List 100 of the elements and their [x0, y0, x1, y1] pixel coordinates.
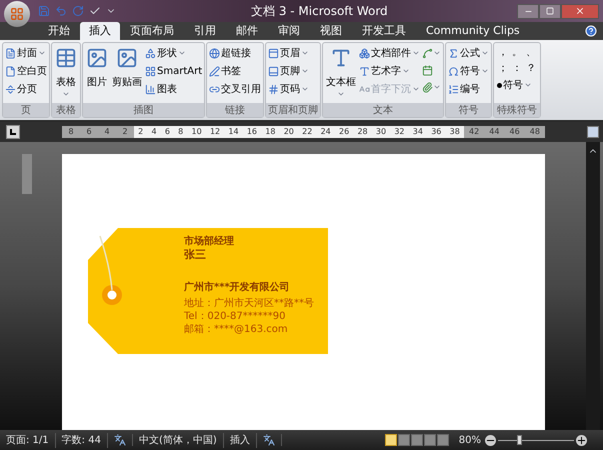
- ribbon-button[interactable]: 文档部件: [359, 45, 420, 61]
- ruler-number: 18: [265, 126, 276, 138]
- ruler-number: 22: [302, 126, 312, 138]
- view-button[interactable]: [436, 434, 449, 446]
- maximize-button[interactable]: [539, 4, 561, 18]
- ribbon-button[interactable]: 公式: [448, 45, 490, 61]
- status-item[interactable]: 插入: [224, 432, 257, 448]
- help-icon[interactable]: [585, 25, 597, 37]
- ribbon-button[interactable]: 编号: [448, 81, 490, 97]
- ribbon-button[interactable]: 艺术字: [359, 63, 420, 79]
- ribbon-button[interactable]: 页眉: [268, 45, 310, 61]
- status-item[interactable]: 中文(简体，中国): [132, 432, 224, 448]
- group-label: 符号: [446, 103, 492, 117]
- ribbon-tab[interactable]: 页面布局: [120, 22, 184, 40]
- ruler-number: 24: [320, 126, 331, 138]
- header-icon: [268, 48, 280, 58]
- zoom-out-icon[interactable]: [485, 434, 496, 446]
- ruler-number: 32: [394, 126, 404, 138]
- ribbon-tab[interactable]: 插入: [80, 22, 120, 40]
- ribbon-button[interactable]: 形状: [145, 45, 202, 61]
- ribbon-tab[interactable]: 审阅: [268, 22, 310, 40]
- contact-line: 地址：广州市天河区**路**号: [184, 297, 314, 310]
- ruler-number: 36: [431, 126, 442, 138]
- group-label: 链接: [207, 103, 264, 117]
- symbol-button[interactable]: ？: [525, 61, 538, 76]
- zoom-slider[interactable]: [498, 435, 574, 445]
- view-ruler-button[interactable]: [587, 126, 599, 138]
- ruler-number: 4: [151, 126, 157, 138]
- bullet-icon: [497, 82, 502, 88]
- ribbon-tab[interactable]: 引用: [184, 22, 226, 40]
- status-item[interactable]: 字数: 44: [56, 432, 108, 448]
- footer-icon: [268, 66, 280, 76]
- ribbon-button[interactable]: 书签: [209, 63, 262, 79]
- symbol-button[interactable]: ，: [497, 45, 510, 60]
- ribbon-button[interactable]: 分页: [5, 81, 47, 97]
- view-button[interactable]: [384, 434, 397, 446]
- check-icon[interactable]: [89, 5, 101, 17]
- ribbon-tab[interactable]: 开发工具: [352, 22, 416, 40]
- vertical-ruler: [22, 154, 32, 194]
- symbol-button[interactable]: 、: [525, 45, 538, 60]
- caret-icon: [301, 49, 310, 57]
- ruler-number: 6: [164, 126, 170, 138]
- zoom-slider-thumb[interactable]: [517, 435, 522, 445]
- office-logo-icon: [10, 7, 24, 21]
- ribbon-button[interactable]: 图表: [145, 81, 202, 97]
- ruler-number: 46: [510, 126, 520, 138]
- symbol-button[interactable]: 。: [511, 45, 524, 60]
- ribbon-icon-button[interactable]: [422, 46, 442, 60]
- tab-stop-button[interactable]: [6, 125, 20, 139]
- ribbon-button[interactable]: 超链接: [209, 45, 262, 61]
- ribbon-button[interactable]: 页脚: [268, 63, 310, 79]
- ribbon-button[interactable]: 页码: [268, 81, 310, 97]
- ribbon-large-button[interactable]: 图片: [85, 45, 109, 103]
- caret-icon: [62, 90, 70, 98]
- ribbon-button[interactable]: 符号: [497, 77, 538, 93]
- ribbon-large-button[interactable]: 文本框: [325, 45, 358, 103]
- picture-icon: [86, 47, 108, 69]
- view-button[interactable]: [410, 434, 423, 446]
- symbol-button[interactable]: ；: [497, 61, 510, 76]
- ribbon-button[interactable]: SmartArt: [145, 63, 202, 79]
- symbol-button[interactable]: ：: [511, 61, 524, 76]
- ruler-number: 44: [489, 126, 500, 138]
- shapes-icon: [145, 48, 156, 58]
- group-label: 表格: [52, 103, 80, 117]
- view-button[interactable]: [424, 434, 436, 446]
- sigma-icon: [448, 48, 460, 58]
- ribbon-icon-button[interactable]: [422, 80, 442, 94]
- ribbon-button[interactable]: 符号: [448, 63, 490, 79]
- ribbon-tab[interactable]: 邮件: [226, 22, 268, 40]
- ruler-number: 38: [450, 126, 460, 138]
- ruler-number: 4: [104, 126, 110, 138]
- pen-icon: [209, 66, 220, 76]
- caret-icon: [481, 67, 490, 75]
- ruler-number: 2: [122, 126, 128, 138]
- proofing-icon[interactable]: [114, 434, 126, 446]
- status-item[interactable]: 页面: 1/1: [0, 432, 56, 448]
- company-name: 广州市***开发有限公司: [184, 282, 290, 294]
- caret-icon: [524, 81, 532, 89]
- view-button[interactable]: [398, 434, 410, 446]
- ribbon-button[interactable]: 交叉引用: [209, 81, 262, 97]
- caret-icon: [433, 83, 442, 91]
- ruler-number: 16: [246, 126, 257, 138]
- caret-icon: [412, 85, 420, 93]
- ribbon-large-button[interactable]: 表格: [54, 45, 78, 103]
- ribbon-tab[interactable]: 开始: [38, 22, 80, 40]
- ribbon-large-button[interactable]: 剪贴画: [111, 45, 143, 103]
- zoom-percent: 80%: [458, 434, 481, 448]
- ruler-number: 42: [469, 126, 480, 138]
- ribbon-tab[interactable]: 视图: [310, 22, 352, 40]
- close-button[interactable]: [561, 4, 599, 18]
- page-icon: [5, 48, 16, 58]
- ribbon-button[interactable]: 封面: [5, 45, 47, 61]
- ruler-number: 48: [530, 126, 540, 138]
- ribbon-tab[interactable]: Community Clips: [416, 22, 530, 40]
- numbered-list-icon: [448, 84, 460, 94]
- office-button[interactable]: [4, 1, 30, 27]
- ribbon-button[interactable]: 空白页: [5, 63, 47, 79]
- caret-icon: [38, 49, 46, 57]
- zoom-in-icon[interactable]: [576, 434, 587, 446]
- caret-icon: [301, 85, 310, 93]
